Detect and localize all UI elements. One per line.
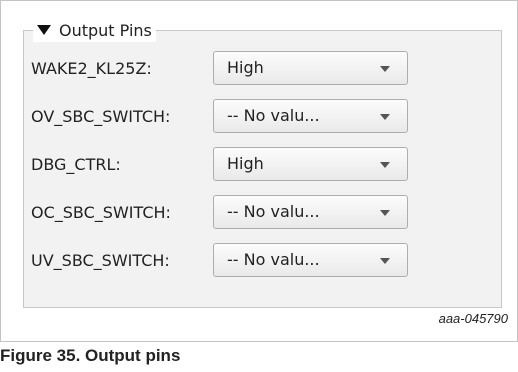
- pin-row-wake2-kl25z: WAKE2_KL25Z: High: [31, 51, 421, 87]
- pin-value-dropdown[interactable]: High: [213, 51, 408, 85]
- dropdown-selected-value: High: [227, 58, 264, 77]
- triangle-down-icon[interactable]: [37, 25, 51, 35]
- chevron-down-icon[interactable]: [380, 162, 390, 168]
- pin-value-dropdown[interactable]: -- No valu...: [213, 99, 408, 133]
- dropdown-selected-value: -- No valu...: [227, 106, 320, 125]
- figure-frame: Output Pins WAKE2_KL25Z: High OV_SBC_SWI…: [0, 0, 518, 342]
- chevron-down-icon[interactable]: [380, 258, 390, 264]
- pin-label: UV_SBC_SWITCH:: [31, 251, 170, 270]
- chevron-down-icon[interactable]: [380, 66, 390, 72]
- pin-label: WAKE2_KL25Z:: [31, 59, 152, 78]
- chevron-down-icon[interactable]: [380, 210, 390, 216]
- pin-value-dropdown[interactable]: High: [213, 147, 408, 181]
- pin-row-uv-sbc-switch: UV_SBC_SWITCH: -- No valu...: [31, 243, 421, 279]
- pin-label: OC_SBC_SWITCH:: [31, 203, 171, 222]
- figure-id: aaa-045790: [438, 311, 508, 326]
- pin-label: DBG_CTRL:: [31, 155, 121, 174]
- pin-row-dbg-ctrl: DBG_CTRL: High: [31, 147, 421, 183]
- pin-value-dropdown[interactable]: -- No valu...: [213, 195, 408, 229]
- output-pins-header[interactable]: Output Pins: [33, 18, 156, 42]
- output-pins-title: Output Pins: [59, 20, 152, 40]
- dropdown-selected-value: -- No valu...: [227, 250, 320, 269]
- pin-label: OV_SBC_SWITCH:: [31, 107, 171, 126]
- chevron-down-icon[interactable]: [380, 114, 390, 120]
- pin-row-oc-sbc-switch: OC_SBC_SWITCH: -- No valu...: [31, 195, 421, 231]
- figure-caption: Figure 35. Output pins: [0, 346, 181, 365]
- dropdown-selected-value: -- No valu...: [227, 202, 320, 221]
- pin-row-ov-sbc-switch: OV_SBC_SWITCH: -- No valu...: [31, 99, 421, 135]
- dropdown-selected-value: High: [227, 154, 264, 173]
- pin-value-dropdown[interactable]: -- No valu...: [213, 243, 408, 277]
